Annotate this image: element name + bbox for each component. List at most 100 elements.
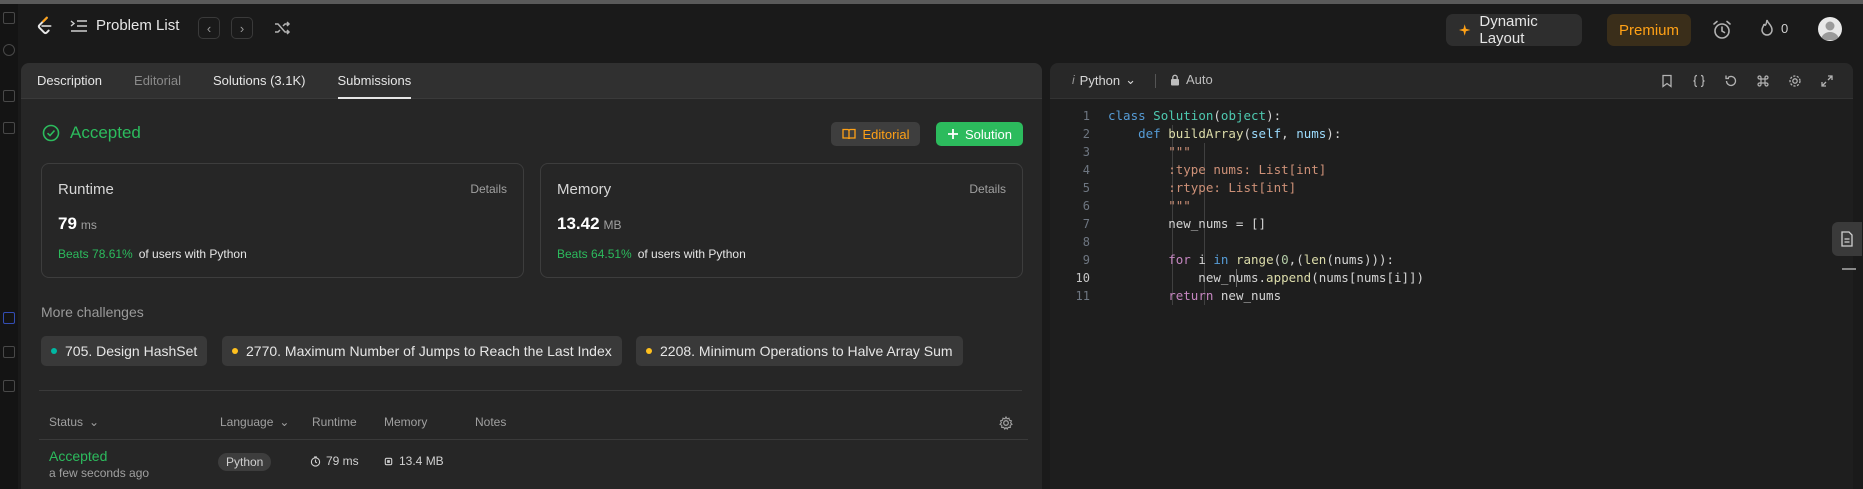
- next-problem-button[interactable]: ›: [231, 17, 253, 39]
- solution-button[interactable]: Solution: [936, 122, 1023, 146]
- runtime-title: Runtime: [58, 181, 114, 198]
- book-icon: [841, 128, 856, 140]
- memory-title: Memory: [557, 181, 612, 198]
- memory-card[interactable]: Memory Details 13.42 MB Beats 64.51% of us…: [540, 163, 1023, 278]
- code-line: return new_nums: [1168, 288, 1282, 303]
- side-panel-indicator: [1842, 268, 1856, 270]
- tab-editorial[interactable]: Editorial: [118, 63, 197, 99]
- code-line: """: [1108, 144, 1191, 159]
- side-panel-toggle[interactable]: [1832, 222, 1862, 256]
- memory-details-link[interactable]: Details: [969, 182, 1006, 196]
- code-line: new_nums.append(nums[nums[i]]): [1108, 270, 1425, 285]
- memory-beats-percent: Beats 64.51%: [557, 247, 632, 261]
- status-column-header[interactable]: Status ⌄: [49, 415, 99, 429]
- code-line: :rtype: List[int]: [1108, 180, 1297, 195]
- file-icon[interactable]: [3, 12, 15, 24]
- info-icon: i: [1072, 73, 1075, 87]
- expand-icon[interactable]: [1820, 74, 1834, 88]
- auto-mode-label: Auto: [1186, 72, 1213, 87]
- user-avatar[interactable]: [1818, 17, 1842, 41]
- auto-mode-toggle[interactable]: Auto: [1170, 72, 1213, 87]
- settings-icon[interactable]: [1788, 74, 1802, 88]
- tab-submissions[interactable]: Submissions: [322, 63, 428, 99]
- line-number: 2: [1082, 127, 1090, 141]
- medium-dot-icon: [232, 348, 238, 354]
- leetcode-logo-icon[interactable]: [34, 15, 56, 37]
- runtime-details-link[interactable]: Details: [470, 182, 507, 196]
- runtime-beats: Beats 78.61% of users with Python: [58, 247, 247, 261]
- code-line: for i in range(0,(len(nums))):: [1168, 252, 1395, 267]
- chip-icon: [384, 457, 393, 465]
- premium-button[interactable]: Premium: [1607, 14, 1691, 46]
- runtime-beats-percent: Beats 78.61%: [58, 247, 133, 261]
- runtime-card[interactable]: Runtime Details 79 ms Beats 78.61% of user…: [41, 163, 524, 278]
- row-status[interactable]: Accepted: [49, 448, 107, 464]
- settings-gear-icon[interactable]: [999, 416, 1013, 430]
- line-number: 9: [1082, 253, 1090, 267]
- prev-problem-button[interactable]: ‹: [198, 17, 220, 39]
- dynamic-layout-label: Dynamic Layout: [1479, 13, 1538, 47]
- challenge-chip[interactable]: 2208. Minimum Operations to Halve Array …: [636, 336, 963, 366]
- run-icon[interactable]: [3, 346, 15, 358]
- row-memory-value: 13.4 MB: [399, 454, 444, 468]
- document-icon: [1841, 231, 1853, 247]
- toolbar-separator: [1155, 74, 1156, 88]
- source-control-icon[interactable]: [3, 44, 15, 56]
- status-header-label: Status: [49, 415, 84, 429]
- code-line: new_nums = []: [1108, 216, 1267, 231]
- runtime-value: 79: [58, 214, 77, 233]
- easy-dot-icon: [51, 348, 57, 354]
- debug-icon[interactable]: [3, 380, 15, 392]
- notes-column-header: Notes: [475, 415, 507, 429]
- solution-button-label: Solution: [965, 126, 1012, 142]
- runtime-beats-suffix: of users with Python: [138, 247, 247, 261]
- challenge-chip[interactable]: 705. Design HashSet: [41, 336, 208, 366]
- bookmark-icon[interactable]: [3, 122, 15, 134]
- command-icon[interactable]: [1756, 74, 1770, 88]
- account-icon[interactable]: [3, 312, 15, 324]
- section-divider: [39, 390, 1022, 391]
- challenge-chip[interactable]: 2770. Maximum Number of Jumps to Reach t…: [222, 336, 622, 366]
- chevron-down-icon: ⌄: [1125, 72, 1137, 87]
- code-editor-panel: i Python ⌄ Auto 1 2 3 4 5 6 7 8 9 10 11 …: [1050, 63, 1853, 489]
- code-line: """: [1108, 198, 1191, 213]
- language-selector-label: Python: [1079, 72, 1121, 88]
- chevron-right-icon: ›: [239, 20, 245, 36]
- line-number: 3: [1082, 145, 1090, 159]
- format-braces-icon[interactable]: [1692, 74, 1706, 88]
- streak-counter[interactable]: 0: [1759, 19, 1788, 37]
- problem-list-link[interactable]: Problem List: [70, 17, 179, 34]
- shuffle-icon[interactable]: [273, 19, 291, 37]
- fire-icon: [1761, 19, 1773, 36]
- memory-beats-suffix: of users with Python: [637, 247, 746, 261]
- dynamic-layout-button[interactable]: Dynamic Layout: [1446, 13, 1582, 47]
- row-runtime-value: 79 ms: [326, 454, 359, 468]
- row-runtime: 79 ms: [310, 454, 359, 468]
- line-number: 5: [1082, 181, 1090, 195]
- editorial-button[interactable]: Editorial: [831, 122, 920, 146]
- plus-icon: [948, 129, 958, 139]
- language-selector[interactable]: i Python ⌄: [1072, 72, 1136, 88]
- panel-resize-handle[interactable]: [1042, 63, 1050, 489]
- line-number: 1: [1082, 109, 1090, 123]
- challenge-label: 2770. Maximum Number of Jumps to Reach t…: [246, 343, 612, 359]
- memory-beats: Beats 64.51% of users with Python: [557, 247, 746, 261]
- bookmark-icon[interactable]: [1660, 74, 1674, 88]
- extensions-icon[interactable]: [3, 90, 15, 102]
- tab-description[interactable]: Description: [21, 63, 118, 99]
- reset-icon[interactable]: [1724, 74, 1738, 88]
- more-challenges-heading: More challenges: [41, 304, 144, 320]
- submission-status: Accepted: [42, 123, 141, 143]
- challenge-label: 2208. Minimum Operations to Halve Array …: [660, 343, 953, 359]
- runtime-column-header: Runtime: [312, 415, 357, 429]
- tab-solutions[interactable]: Solutions (3.1K): [197, 63, 322, 99]
- sparkle-icon: [1458, 24, 1471, 36]
- row-time-ago: a few seconds ago: [49, 466, 150, 480]
- line-number: 10: [1075, 271, 1090, 285]
- language-column-header[interactable]: Language ⌄: [220, 415, 289, 429]
- language-header-label: Language: [220, 415, 274, 429]
- table-header-divider: [39, 439, 1028, 440]
- memory-value: 13.42: [557, 214, 600, 233]
- alarm-clock-icon[interactable]: [1711, 19, 1733, 41]
- memory-value-row: 13.42 MB: [557, 214, 622, 234]
